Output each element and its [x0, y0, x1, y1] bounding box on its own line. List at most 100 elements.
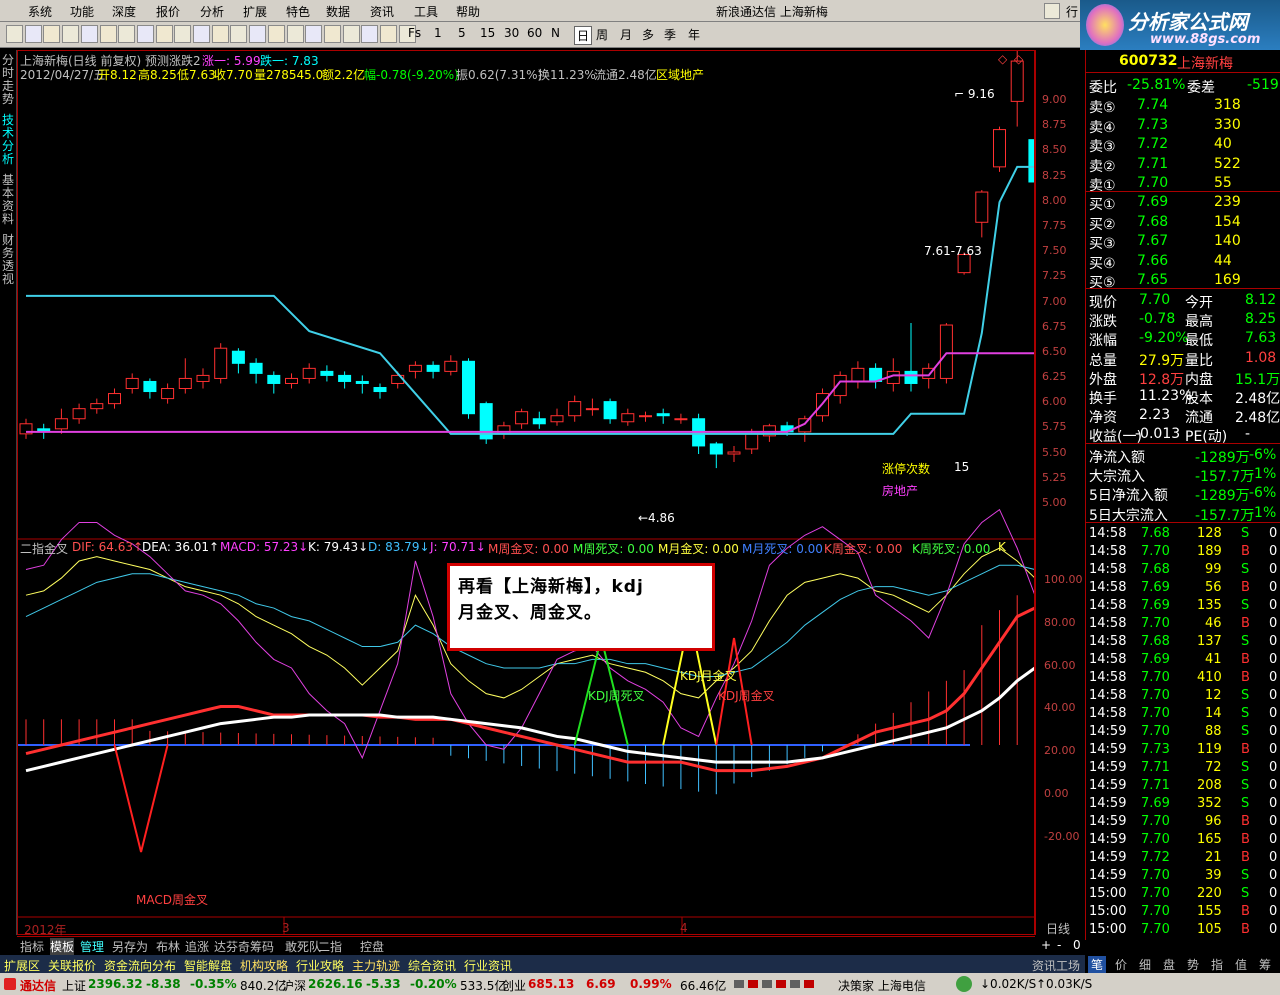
menu-item-0[interactable]: 系统	[28, 3, 52, 20]
ext-item-7[interactable]: 综合资讯	[408, 957, 456, 974]
indicator-tab-7[interactable]: 筹码	[250, 938, 274, 955]
toolbar-button-4[interactable]: 30	[504, 26, 519, 40]
vtab-1[interactable]: 技术分析	[1, 114, 15, 166]
bid-price: 7.68	[1137, 213, 1169, 230]
tab-control-2[interactable]: 0	[1073, 938, 1081, 952]
quote-bottom-tab-4[interactable]: 势	[1184, 956, 1202, 973]
tab-control-0[interactable]: +	[1041, 938, 1051, 952]
indicator-tab-9[interactable]: 二指	[318, 938, 342, 955]
toolbar-icon-20[interactable]	[380, 25, 397, 43]
menu-item-9[interactable]: 工具	[414, 3, 438, 20]
toolbar-icon-4[interactable]	[80, 25, 98, 43]
wb-value: -25.81%	[1127, 77, 1186, 93]
indicator-tab-10[interactable]: 控盘	[360, 938, 384, 955]
quote-bottom-tab-2[interactable]: 细	[1136, 956, 1154, 973]
ask-vol: 318	[1214, 97, 1241, 113]
toolbar-button-0[interactable]: Fs	[408, 26, 421, 40]
toolbar-button-8[interactable]: 周	[596, 26, 608, 43]
quote-bottom-tab-0[interactable]: 笔	[1088, 956, 1107, 973]
menu-item-8[interactable]: 资讯	[370, 3, 394, 20]
indicator-tab-3[interactable]: 另存为	[112, 938, 148, 955]
ext-item-1[interactable]: 关联报价	[48, 957, 96, 974]
toolbar-icon-1[interactable]	[24, 25, 42, 43]
menu-item-10[interactable]: 帮助	[456, 3, 480, 20]
menu-item-7[interactable]: 数据	[326, 3, 350, 20]
vtab-3[interactable]: 财务透视	[1, 234, 15, 286]
toolbar-icon-2[interactable]	[43, 25, 61, 43]
menu-item-1[interactable]: 功能	[70, 3, 94, 20]
toolbar-icon-15[interactable]	[286, 25, 304, 43]
ext-item-3[interactable]: 智能解盘	[184, 957, 232, 974]
indicator-tab-6[interactable]: 达芬奇	[214, 938, 250, 955]
ext-item-5[interactable]: 行业攻略	[296, 957, 344, 974]
toolbar-icon-3[interactable]	[62, 25, 80, 43]
toolbar-button-9[interactable]: 月	[620, 26, 632, 43]
quote-bottom-tab-6[interactable]: 值	[1232, 956, 1250, 973]
toolbar-icon-13[interactable]	[249, 25, 267, 43]
toolbar-button-10[interactable]: 多	[642, 26, 654, 43]
bid-label: 买③	[1089, 236, 1116, 252]
stat-value-1: 12.8万	[1139, 371, 1185, 388]
tick-count: 0	[1269, 724, 1278, 739]
quote-bottom-tab-7[interactable]: 筹	[1256, 956, 1274, 973]
vtab-0[interactable]: 分时走势	[1, 54, 15, 106]
toolbar-button-3[interactable]: 15	[480, 26, 495, 40]
indicator-tab-8[interactable]: 敢死队	[285, 938, 321, 955]
toolbar-icon-14[interactable]	[267, 25, 285, 43]
menu-item-5[interactable]: 扩展	[243, 3, 267, 20]
candle-body	[656, 413, 670, 417]
candle-body	[426, 364, 440, 372]
indicator-tab-4[interactable]: 布林	[156, 938, 180, 955]
tab-control-1[interactable]: -	[1057, 938, 1061, 952]
tick-vol: 155	[1197, 904, 1222, 919]
window-control-min[interactable]	[1044, 3, 1060, 19]
toolbar-button-6[interactable]: N	[551, 26, 560, 40]
quote-bottom-tab-5[interactable]: 指	[1208, 956, 1226, 973]
toolbar-button-5[interactable]: 60	[527, 26, 542, 40]
toolbar-button-1[interactable]: 1	[434, 26, 442, 40]
toolbar-icon-19[interactable]	[361, 25, 379, 43]
toolbar-icon-18[interactable]	[342, 25, 360, 43]
flow-label: 5日净流入额	[1089, 488, 1168, 505]
ext-item-6[interactable]: 主力轨迹	[352, 957, 400, 974]
toolbar-button-2[interactable]: 5	[458, 26, 466, 40]
quote-bottom-tab-1[interactable]: 价	[1112, 956, 1130, 973]
toolbar-icon-8[interactable]	[155, 25, 173, 43]
indicator-tab-1[interactable]: 模板	[50, 938, 75, 955]
ask-vol: 522	[1214, 155, 1241, 172]
toolbar-icon-5[interactable]	[99, 25, 117, 43]
ext-item-2[interactable]: 资金流向分布	[104, 957, 176, 974]
stat-row-1: 涨跌 -0.78 最高 8.25	[1089, 311, 1279, 330]
ext-right[interactable]: 资讯工场	[1032, 957, 1080, 974]
menu-item-6[interactable]: 特色	[286, 3, 310, 20]
indicator-tab-5[interactable]: 追涨	[185, 938, 209, 955]
toolbar-icon-0[interactable]	[6, 25, 23, 43]
menu-extra[interactable]: 行	[1066, 3, 1078, 20]
toolbar-icon-6[interactable]	[118, 25, 136, 43]
toolbar-button-11[interactable]: 季	[664, 26, 676, 43]
indicator-tab-0[interactable]: 指标	[20, 938, 44, 955]
quote-bottom-tab-3[interactable]: 盘	[1160, 956, 1178, 973]
toolbar-icon-12[interactable]	[230, 25, 248, 43]
ext-item-0[interactable]: 扩展区	[4, 957, 40, 974]
toolbar-icon-11[interactable]	[211, 25, 229, 43]
wc-label: 委差	[1187, 80, 1215, 96]
ext-item-8[interactable]: 行业资讯	[464, 957, 512, 974]
indicator-tab-2[interactable]: 管理	[80, 938, 104, 955]
tick-row-21: 15:00 7.70 155 B 0	[1089, 904, 1279, 922]
vtab-2[interactable]: 基本资料	[1, 174, 15, 226]
toolbar-icon-10[interactable]	[193, 25, 210, 43]
toolbar-icon-16[interactable]	[305, 25, 323, 43]
price-tick-4: 8.00	[1042, 193, 1067, 207]
toolbar-icon-9[interactable]	[174, 25, 192, 43]
ind-tick-5: 0.00	[1044, 787, 1069, 800]
menu-item-3[interactable]: 报价	[156, 3, 180, 20]
candle-body	[585, 408, 599, 411]
toolbar-icon-17[interactable]	[323, 25, 341, 43]
toolbar-icon-7[interactable]	[136, 25, 154, 43]
menu-item-2[interactable]: 深度	[112, 3, 136, 20]
menu-item-4[interactable]: 分析	[200, 3, 224, 20]
toolbar-button-12[interactable]: 年	[688, 26, 700, 43]
ext-item-4[interactable]: 机构攻略	[240, 957, 288, 974]
toolbar-button-7[interactable]: 日	[574, 26, 593, 45]
